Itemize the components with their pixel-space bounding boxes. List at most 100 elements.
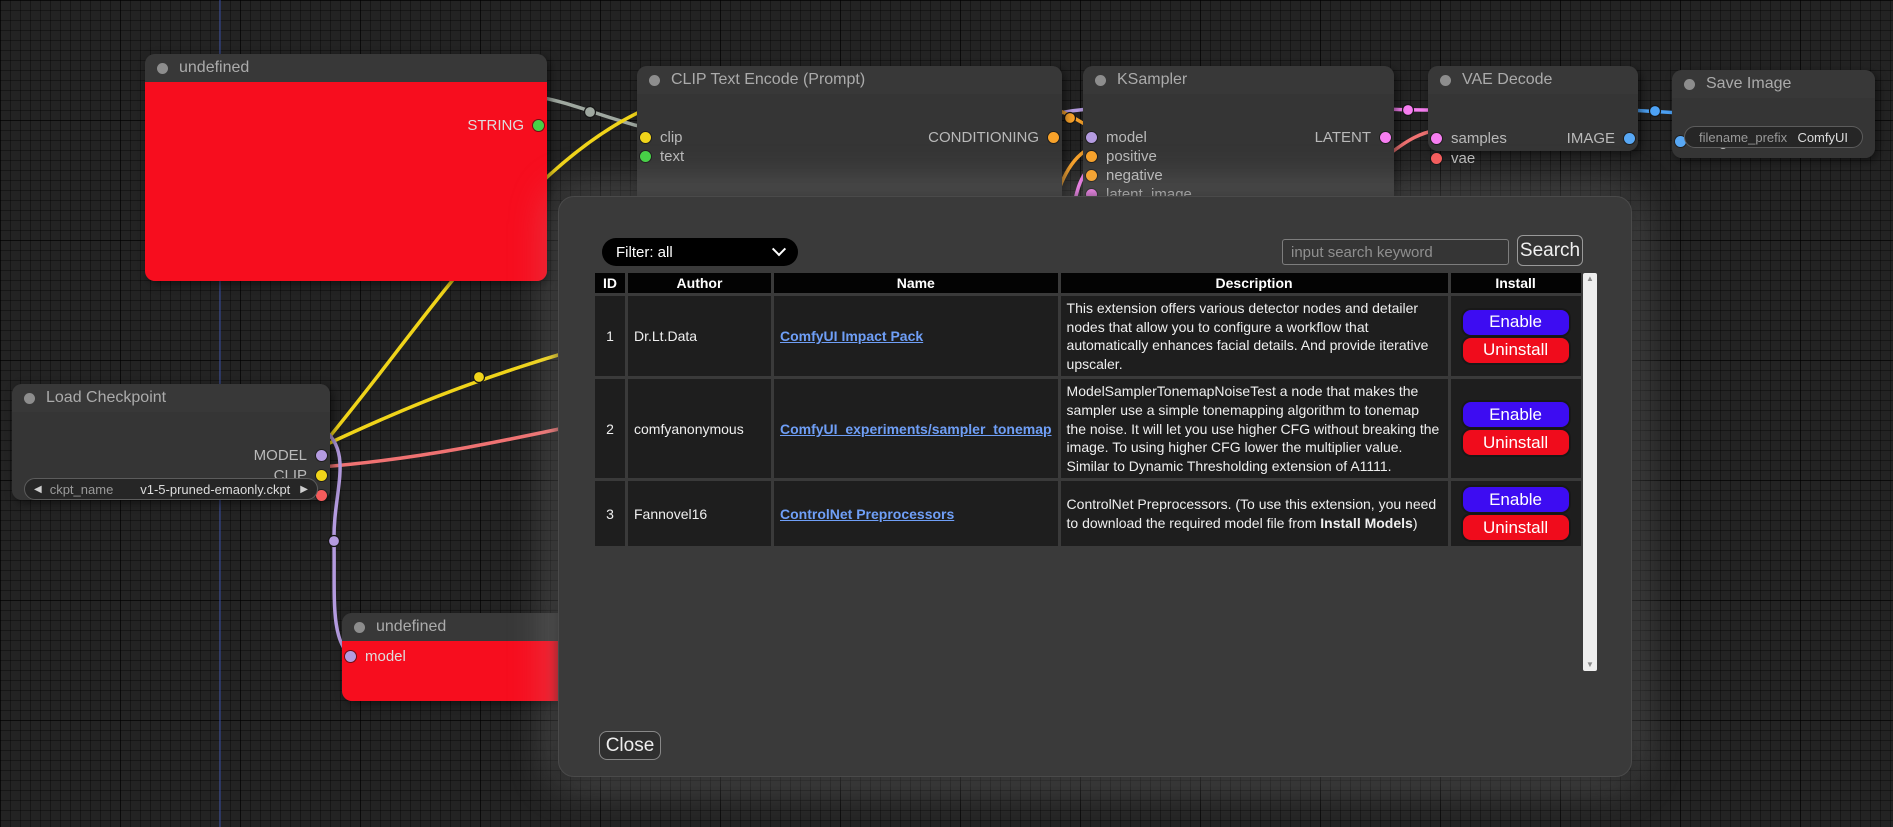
slot-label: LATENT	[1315, 129, 1371, 146]
negative-slot-dot[interactable]	[1086, 170, 1097, 181]
column-header-id: ID	[595, 273, 625, 293]
output-slot-image[interactable]: IMAGE	[1567, 129, 1635, 147]
filename-prefix-widget[interactable]: filename_prefix ComfyUI	[1684, 126, 1863, 148]
output-slot-conditioning[interactable]: CONDITIONING	[928, 128, 1059, 146]
enable-button[interactable]: Enable	[1463, 402, 1569, 427]
node-graph-canvas[interactable]: undefined STRING CLIP Text Encode (Promp…	[0, 0, 1893, 827]
node-title: CLIP Text Encode (Prompt)	[671, 71, 865, 89]
samples-slot-dot[interactable]	[1431, 133, 1442, 144]
slot-label: clip	[660, 129, 683, 146]
close-button[interactable]: Close	[599, 731, 661, 760]
image-slot-dot[interactable]	[1624, 133, 1635, 144]
latent-slot-dot[interactable]	[1380, 132, 1391, 143]
enable-button[interactable]: Enable	[1463, 487, 1569, 512]
extension-author-cell: comfyanonymous	[628, 379, 771, 478]
node-load-checkpoint[interactable]: Load Checkpoint MODEL CLIP VAE ◀ ckpt_na…	[12, 384, 330, 500]
slot-label: model	[365, 648, 406, 665]
node-vae-decode[interactable]: VAE Decode samples vae IMAGE	[1428, 66, 1638, 151]
node-collapse-dot[interactable]	[157, 63, 168, 74]
uninstall-button[interactable]: Uninstall	[1463, 338, 1569, 363]
node-title-bar[interactable]: Save Image	[1672, 70, 1875, 98]
uninstall-button[interactable]: Uninstall	[1463, 430, 1569, 455]
table-row: 2comfyanonymous ComfyUI_experiments/sampl…	[595, 379, 1581, 478]
widget-label: filename_prefix	[1699, 130, 1787, 145]
input-slot-samples[interactable]: samples	[1431, 129, 1507, 147]
slot-label: model	[1106, 129, 1147, 146]
node-title: VAE Decode	[1462, 71, 1552, 89]
node-title-bar[interactable]: undefined	[145, 54, 547, 82]
node-title-bar[interactable]: CLIP Text Encode (Prompt)	[637, 66, 1062, 94]
table-row: 3Fannovel16ControlNet PreprocessorsContr…	[595, 481, 1581, 546]
node-undefined-top[interactable]: undefined STRING	[145, 54, 547, 281]
output-slot-model[interactable]: MODEL	[254, 446, 327, 464]
vae-slot-dot[interactable]	[1431, 153, 1442, 164]
input-slot-negative[interactable]: negative	[1086, 166, 1163, 184]
node-collapse-dot[interactable]	[1095, 75, 1106, 86]
input-slot-model[interactable]: model	[1086, 128, 1147, 146]
output-slot-latent[interactable]: LATENT	[1315, 128, 1391, 146]
input-slot-clip[interactable]: clip	[640, 128, 683, 146]
extension-id-cell: 2	[595, 379, 625, 478]
model-slot-dot[interactable]	[1086, 132, 1097, 143]
clip-slot-dot[interactable]	[316, 470, 327, 481]
output-slot-string[interactable]: STRING	[467, 116, 544, 134]
positive-slot-dot[interactable]	[1086, 151, 1097, 162]
input-slot-positive[interactable]: positive	[1086, 147, 1157, 165]
extension-id-cell: 1	[595, 296, 625, 376]
scroll-down-icon[interactable]: ▼	[1586, 659, 1594, 671]
uninstall-button[interactable]: Uninstall	[1463, 515, 1569, 540]
input-slot-model[interactable]: model	[345, 647, 406, 665]
extension-name-cell: ComfyUI Impact Pack	[774, 296, 1058, 376]
node-title-bar[interactable]: KSampler	[1083, 66, 1394, 94]
previous-arrow-icon[interactable]: ◀	[34, 484, 42, 495]
slot-label: CONDITIONING	[928, 129, 1039, 146]
slot-label: positive	[1106, 148, 1157, 165]
ckpt-name-widget[interactable]: ◀ ckpt_name v1-5-pruned-emaonly.ckpt ▶	[24, 478, 318, 500]
text-slot-dot[interactable]	[640, 151, 651, 162]
node-collapse-dot[interactable]	[24, 393, 35, 404]
extension-table-header-row: IDAuthorNameDescriptionInstall	[595, 273, 1581, 293]
extension-link[interactable]: ComfyUI Impact Pack	[780, 328, 923, 344]
description-text: )	[1413, 515, 1418, 531]
slot-label: negative	[1106, 167, 1163, 184]
conditioning-slot-dot[interactable]	[1048, 132, 1059, 143]
filter-dropdown[interactable]: Filter: all	[602, 238, 798, 266]
widget-value: v1-5-pruned-emaonly.ckpt	[140, 482, 290, 497]
node-collapse-dot[interactable]	[1684, 79, 1695, 90]
extension-install-cell: Enable Uninstall	[1451, 481, 1581, 546]
node-save-image[interactable]: Save Image images filename_prefix ComfyU…	[1672, 70, 1875, 158]
table-scrollbar[interactable]: ▲ ▼	[1583, 273, 1597, 671]
slot-label: STRING	[467, 117, 524, 134]
slot-label: MODEL	[254, 447, 307, 464]
extension-install-cell: Enable Uninstall	[1451, 296, 1581, 376]
scroll-up-icon[interactable]: ▲	[1586, 273, 1594, 285]
clip-slot-dot[interactable]	[640, 132, 651, 143]
input-slot-vae[interactable]: vae	[1431, 149, 1475, 167]
column-header-name: Name	[774, 273, 1058, 293]
node-error-body: STRING	[145, 82, 547, 281]
search-button[interactable]: Search	[1517, 235, 1583, 266]
extension-name-cell: ComfyUI_experiments/sampler_tonemap	[774, 379, 1058, 478]
input-slot-text[interactable]: text	[640, 147, 684, 165]
description-text: Install Models	[1320, 515, 1413, 531]
node-title: Save Image	[1706, 75, 1791, 93]
extension-link[interactable]: ControlNet Preprocessors	[780, 506, 954, 522]
string-slot-dot[interactable]	[533, 120, 544, 131]
model-slot-dot[interactable]	[345, 651, 356, 662]
node-collapse-dot[interactable]	[649, 75, 660, 86]
node-body: samples vae IMAGE	[1428, 94, 1638, 151]
enable-button[interactable]: Enable	[1463, 310, 1569, 335]
column-header-author: Author	[628, 273, 771, 293]
description-text: This extension offers various detector n…	[1067, 300, 1429, 372]
node-title-bar[interactable]: Load Checkpoint	[12, 384, 330, 412]
slot-label: samples	[1451, 130, 1507, 147]
extension-manager-dialog: Filter: all Search IDAuthorNameDescripti…	[558, 196, 1632, 777]
search-input[interactable]	[1282, 239, 1509, 265]
extension-author-cell: Fannovel16	[628, 481, 771, 546]
node-collapse-dot[interactable]	[354, 622, 365, 633]
model-slot-dot[interactable]	[316, 450, 327, 461]
extension-link[interactable]: ComfyUI_experiments/sampler_tonemap	[780, 421, 1052, 437]
node-collapse-dot[interactable]	[1440, 75, 1451, 86]
node-title-bar[interactable]: VAE Decode	[1428, 66, 1638, 94]
next-arrow-icon[interactable]: ▶	[300, 484, 308, 495]
